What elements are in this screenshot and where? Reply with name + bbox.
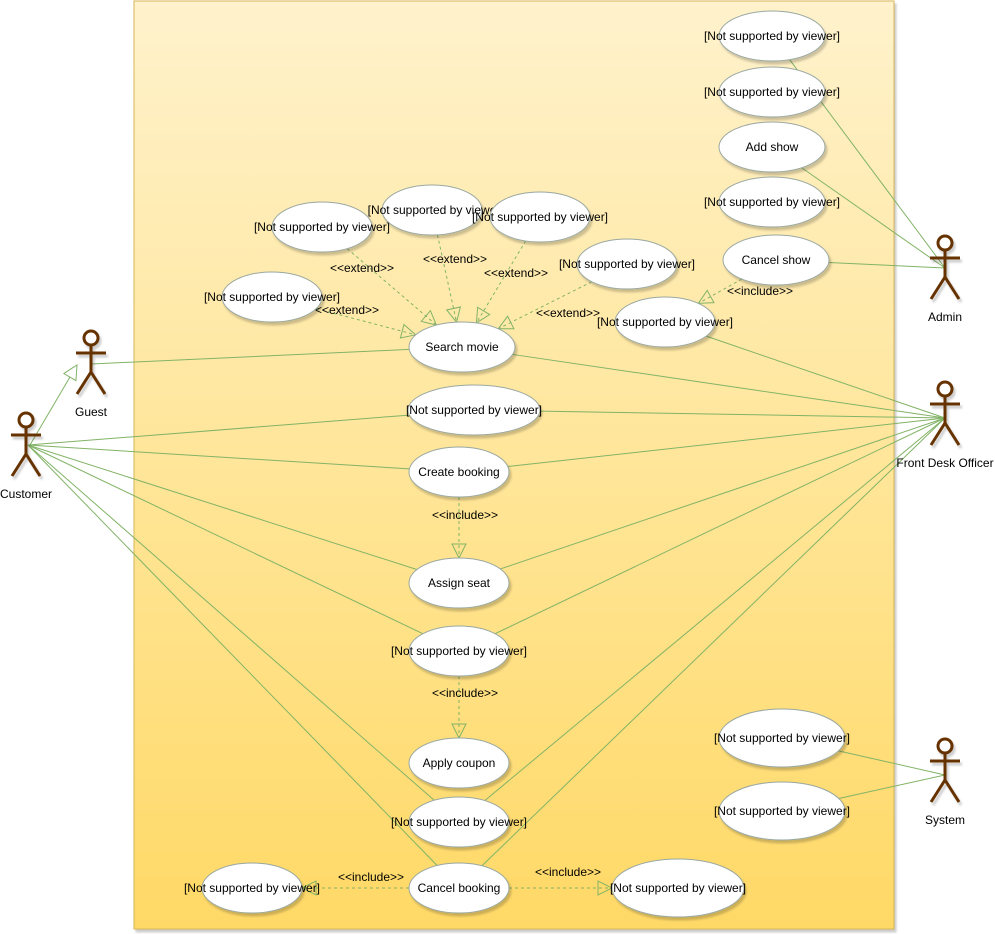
use-case-label: Apply coupon — [423, 756, 496, 770]
extend-label: <<extend>> — [484, 266, 548, 280]
actor-label: Admin — [928, 310, 962, 324]
use-case[interactable]: Assign seat — [408, 557, 510, 609]
use-case[interactable]: Cancel show — [722, 234, 830, 286]
use-case-label: [Not supported by viewer] — [184, 881, 320, 895]
use-case-label: [Not supported by viewer] — [391, 644, 527, 658]
use-case-label: [Not supported by viewer] — [714, 804, 850, 818]
extend-label: <<extend>> — [423, 252, 487, 266]
generalization-arrow — [62, 364, 78, 382]
extend-label: <<extend>> — [315, 303, 379, 317]
actor-icon — [936, 380, 954, 398]
use-case[interactable]: [Not supported by viewer] — [406, 384, 542, 436]
actor-icon — [17, 411, 35, 429]
extend-label: <<extend>> — [330, 261, 394, 275]
use-case-label: [Not supported by viewer] — [704, 85, 840, 99]
include-label: <<include>> — [432, 508, 498, 522]
actor-guest[interactable] — [75, 329, 107, 395]
include-label: <<include>> — [338, 870, 404, 884]
use-case-label: [Not supported by viewer] — [704, 29, 840, 43]
actor-front-desk-officer[interactable] — [929, 380, 961, 446]
use-case-label: [Not supported by viewer] — [204, 290, 340, 304]
actor-icon — [936, 737, 954, 755]
use-case-label: [Not supported by viewer] — [559, 257, 695, 271]
use-case-label: [Not supported by viewer] — [406, 403, 542, 417]
use-case-diagram: <<extend>><<extend>><<extend>><<extend>>… — [0, 0, 994, 930]
actor-label: Customer — [0, 487, 52, 501]
include-label: <<include>> — [432, 686, 498, 700]
use-case[interactable]: Add show — [718, 121, 826, 173]
use-case-label: [Not supported by viewer] — [597, 315, 733, 329]
actor-label: Front Desk Officer — [896, 456, 993, 470]
use-case-label: Cancel show — [742, 253, 811, 267]
actor-system[interactable] — [929, 737, 961, 803]
use-case[interactable]: Create booking — [408, 446, 510, 498]
actor-label: Guest — [75, 405, 108, 419]
use-case-label: [Not supported by viewer] — [610, 881, 746, 895]
actor-icon — [936, 234, 954, 252]
use-case[interactable]: Cancel booking — [408, 862, 510, 914]
extend-label: <<extend>> — [536, 306, 600, 320]
actor-icon — [82, 329, 100, 347]
use-case-label: [Not supported by viewer] — [391, 815, 527, 829]
use-case-label: Add show — [746, 140, 799, 154]
use-case[interactable]: Search movie — [408, 321, 516, 373]
use-case-label: [Not supported by viewer] — [472, 210, 608, 224]
actor-label: System — [925, 813, 965, 827]
use-case[interactable]: [Not supported by viewer] — [610, 858, 746, 918]
use-case-label: Search movie — [425, 340, 499, 354]
use-case-label: Create booking — [418, 465, 499, 479]
use-case-label: [Not supported by viewer] — [254, 220, 390, 234]
use-case-label: [Not supported by viewer] — [704, 195, 840, 209]
use-case-label: [Not supported by viewer] — [714, 731, 850, 745]
include-label: <<include>> — [535, 865, 601, 879]
use-case-label: Assign seat — [428, 576, 491, 590]
use-case[interactable]: Apply coupon — [408, 737, 510, 789]
use-case-label: Cancel booking — [418, 881, 501, 895]
include-label: <<include>> — [727, 284, 793, 298]
